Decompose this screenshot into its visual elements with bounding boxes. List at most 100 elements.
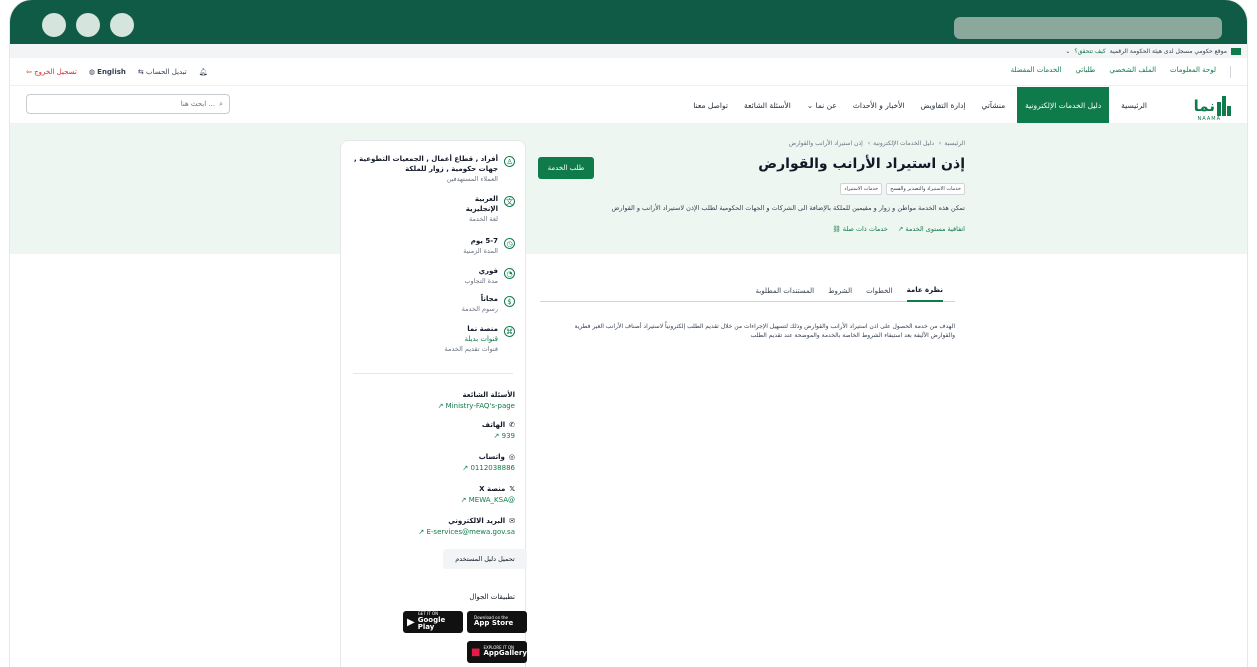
logo-text: نما (1193, 96, 1215, 115)
profile-link[interactable]: الملف الشخصي (1109, 66, 1156, 78)
browser-chrome (10, 0, 1247, 44)
download-user-guide-button[interactable]: تحميل دليل المستخدم (443, 549, 527, 569)
email-link[interactable]: E-services@mewa.gov.sa ↗ (418, 528, 515, 536)
whatsapp-label: واتساب (478, 453, 505, 461)
breadcrumb-eservices[interactable]: دليل الخدمات الإلكترونية (873, 140, 934, 147)
nav-item-delegations[interactable]: إدارة التفاويض (912, 86, 973, 124)
favorites-link[interactable]: الخدمات المفضلة (1011, 66, 1062, 78)
account-actions: ⇦ تسجيل الخروج ◍ English ⇆ تبديل الحساب … (26, 68, 208, 76)
languages-label: لغة الخدمة (468, 214, 498, 223)
nav-item-my-establishments[interactable]: منشآتي (974, 86, 1014, 124)
search-input[interactable]: ابحث هنا ... ⌕ (26, 94, 230, 114)
service-details-card: ♙ أفراد , قطاع أعمال , الجمعيات التطوعية… (340, 140, 527, 667)
meta-languages: 文 العربية الإنجليزية لغة الخدمة (466, 195, 515, 224)
nav-item-eservices-guide[interactable]: دليل الخدمات الإلكترونية (1017, 87, 1110, 123)
logo-mark-icon (1217, 96, 1231, 116)
nav-item-about[interactable]: عن نما ⌄ (799, 86, 845, 124)
tab-required-documents[interactable]: المستندات المطلوبة (756, 280, 815, 302)
app-gallery-badge[interactable]: ■ EXPLORE IT ON AppGallery (467, 641, 527, 663)
search-placeholder: ابحث هنا ... (180, 100, 216, 108)
my-requests-link[interactable]: طلباتي (1075, 66, 1095, 78)
browser-window: موقع حكومي مسجل لدى هيئة الحكومة الرقمية… (10, 0, 1247, 667)
divider (1230, 65, 1231, 78)
google-play-badge[interactable]: ▶ GET IT ON Google Play (403, 611, 463, 633)
channel-value: منصة نما (467, 325, 498, 333)
chevron-down-icon: ⌄ (806, 100, 814, 110)
gov-verification-strip: موقع حكومي مسجل لدى هيئة الحكومة الرقمية… (10, 44, 1247, 58)
address-bar[interactable] (954, 17, 1222, 39)
service-tabs: نظرة عامة الخطوات الشروط المستندات المطل… (540, 280, 955, 302)
user-icon: ♙ (504, 156, 515, 167)
service-links: اتفاقية مستوى الخدمة ↗ خدمات ذات صلة ⛓ (832, 225, 965, 233)
window-minimize-dot[interactable] (76, 13, 100, 37)
fees-label: رسوم الخدمة (461, 304, 498, 313)
saudi-flag-icon (1231, 47, 1241, 55)
how-to-verify-link[interactable]: كيف تتحقق؟ (1074, 48, 1105, 55)
contact-email: ✉ البريد الالكتروني E-services@mewa.gov.s… (418, 517, 515, 536)
whatsapp-link[interactable]: 0112038886 ↗ (462, 464, 515, 472)
service-description: تمكن هذه الخدمة مواطن و زوار و مقيمين لل… (611, 204, 965, 212)
contact-faq: الأسئلة الشائعة Ministry-FAQ's-page ↗ (438, 391, 515, 410)
tab-steps[interactable]: الخطوات (866, 280, 893, 302)
gov-strip-text: موقع حكومي مسجل لدى هيئة الحكومة الرقمية (1109, 47, 1227, 55)
related-services-link[interactable]: خدمات ذات صلة ⛓ (832, 225, 887, 233)
external-link-icon: ↗ (460, 496, 467, 504)
request-service-button[interactable]: طلب الخدمة (538, 157, 594, 179)
language-arabic: العربية (474, 195, 498, 203)
timer-icon: ◔ (504, 268, 515, 279)
overview-text: الهدف من خدمة الحصول على اذن استيراد الأ… (574, 323, 955, 339)
nav-items: الرئيسية دليل الخدمات الإلكترونية منشآتي… (685, 86, 1155, 124)
nav-item-news[interactable]: الأخبار و الأحداث (845, 86, 913, 124)
beneficiaries-label: العملاء المستهدفين (446, 174, 498, 183)
response-value: فوري (478, 267, 498, 275)
tag-import-export[interactable]: خدمات الاستيراد والتصدير والفسح (886, 183, 965, 195)
fee-icon: $ (504, 296, 515, 307)
phone-icon: ✆ (509, 421, 515, 429)
window-maximize-dot[interactable] (110, 13, 134, 37)
channels-icon: ⌘ (504, 326, 515, 337)
nav-item-contact[interactable]: تواصل معنا (685, 86, 736, 124)
tag-import[interactable]: خدمات الاستيراد (840, 183, 883, 195)
breadcrumb-home[interactable]: الرئيسية (944, 140, 965, 147)
phone-link[interactable]: 939 ↗ (482, 432, 515, 440)
naama-logo[interactable]: نما NAAMA (1171, 90, 1231, 122)
app-store-badge[interactable]: Download on the App Store (467, 611, 527, 633)
phone-label: الهاتف (481, 421, 506, 429)
logout-link[interactable]: ⇦ تسجيل الخروج (26, 68, 77, 76)
language-switch[interactable]: ◍ English (89, 68, 126, 76)
external-link-icon: ↗ (462, 464, 469, 472)
beneficiaries-value: أفراد , قطاع أعمال , الجمعيات التطوعية ,… (354, 155, 498, 173)
external-link-icon: ↗ (897, 225, 904, 233)
account-quick-links: لوحة المعلومات الملف الشخصي طلباتي الخدم… (1011, 65, 1231, 78)
google-play-icon: ▶ (407, 616, 415, 628)
x-link[interactable]: @MEWA_KSA ↗ (461, 496, 515, 504)
email-label: البريد الالكتروني (448, 517, 506, 525)
page-title: إذن استيراد الأرانب والقوارض (758, 156, 965, 172)
window-close-dot[interactable] (42, 13, 66, 37)
x-label: منصة X (479, 485, 506, 493)
faq-link[interactable]: Ministry-FAQ's-page ↗ (438, 402, 515, 410)
language-english: الإنجليزية (465, 204, 498, 213)
language-icon: 文 (504, 196, 515, 207)
external-link-icon: ↗ (493, 432, 500, 440)
response-label: مدة التجاوب (464, 276, 498, 285)
nav-item-faq[interactable]: الأسئلة الشائعة (736, 86, 799, 124)
external-link-icon: ↗ (418, 528, 425, 536)
nav-item-home[interactable]: الرئيسية (1113, 86, 1155, 124)
alternative-channels-link[interactable]: قنوات بديلة (445, 335, 498, 345)
breadcrumb-current: إذن استيراد الأرانب والقوارض (788, 140, 863, 147)
card-divider (353, 373, 513, 374)
switch-account-link[interactable]: ⇆ تبديل الحساب (138, 68, 187, 76)
chevron-down-icon: ⌄ (1065, 47, 1071, 55)
tab-conditions[interactable]: الشروط (828, 280, 852, 302)
faq-label: الأسئلة الشائعة (462, 391, 516, 399)
tab-overview[interactable]: نظرة عامة (906, 280, 943, 302)
sla-link[interactable]: اتفاقية مستوى الخدمة ↗ (898, 225, 965, 233)
link-icon: ⛓ (832, 225, 841, 233)
dashboard-link[interactable]: لوحة المعلومات (1170, 66, 1216, 78)
huawei-icon: ■ (471, 646, 481, 658)
notification-bell-icon[interactable]: 🔔︎ (199, 68, 208, 76)
breadcrumb: الرئيسية› دليل الخدمات الإلكترونية› إذن … (788, 140, 965, 147)
contact-x: 𝕏 منصة X @MEWA_KSA ↗ (461, 485, 515, 504)
meta-duration: ◷ 5-7 يوم المدة الزمنية (463, 237, 515, 256)
